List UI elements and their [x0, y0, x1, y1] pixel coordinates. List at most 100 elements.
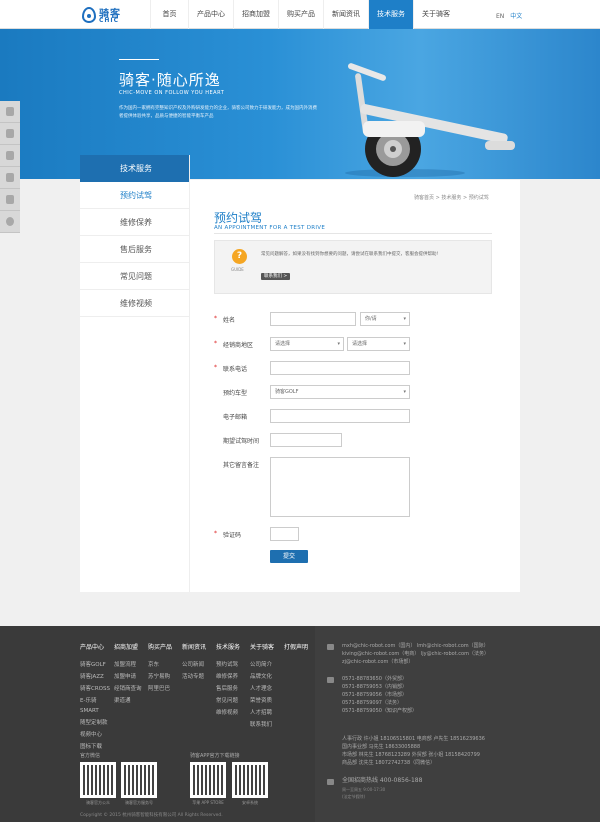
footer-link[interactable]: 随型定制款	[80, 718, 110, 726]
footer-link[interactable]: 售后服务	[216, 684, 240, 692]
header: 骑客 CHIC 首页 产品中心 招商加盟 购买产品 新闻资讯 技术服务 关于骑客…	[0, 0, 600, 29]
wechat-icon[interactable]	[0, 189, 20, 211]
footer-link[interactable]: 京东	[148, 660, 172, 668]
email-line[interactable]: mxh@chic-robot.com（国内） lmh@chic-robot.co…	[342, 642, 489, 650]
note-label: 其它留言备注	[223, 462, 260, 469]
phone-footer-icon	[327, 677, 334, 683]
sidebar-item-repair-video[interactable]: 维修视频	[80, 290, 189, 317]
logo-en: CHIC	[99, 17, 120, 24]
contact-us-button[interactable]: 联系我们 >	[261, 273, 291, 280]
footer-link[interactable]: 骑客GOLF	[80, 660, 110, 668]
sidebar-item-faq[interactable]: 常见问题	[80, 263, 189, 290]
footer-col-heading[interactable]: 购买产品	[148, 642, 172, 651]
email-line[interactable]: zj@chic-robot.com（市场部）	[342, 658, 489, 666]
qq-icon[interactable]	[0, 167, 20, 189]
footer-link[interactable]: E-乐骑	[80, 696, 110, 704]
email-line[interactable]: kiving@chic-robot.com（电商） ljy@chic-robot…	[342, 650, 489, 658]
footer-col-heading[interactable]: 打假声明	[284, 642, 308, 651]
footer-link[interactable]: 骑客CROSS	[80, 684, 110, 692]
nav-home[interactable]: 首页	[150, 0, 188, 29]
footer-link[interactable]: 人才理念	[250, 684, 274, 692]
note-textarea[interactable]	[270, 457, 410, 517]
footer-col-heading[interactable]: 招商加盟	[114, 642, 142, 651]
footer-link[interactable]: 骑客JAZZ	[80, 672, 110, 680]
submit-button[interactable]: 提交	[270, 550, 308, 563]
footer-link[interactable]: 常见问题	[216, 696, 240, 704]
location-icon[interactable]	[0, 123, 20, 145]
footer-link[interactable]: 加盟流程	[114, 660, 142, 668]
footer-col-tech: 技术服务 预约试驾 维修保养 售后服务 常见问题 维修视频	[216, 642, 240, 720]
app-title: 骑客APP官方下载链接	[190, 753, 240, 759]
phone-input[interactable]	[270, 361, 410, 375]
logo[interactable]: 骑客 CHIC	[82, 5, 132, 25]
name-input[interactable]	[270, 312, 356, 326]
footer-link[interactable]: 联系我们	[250, 720, 274, 728]
scooter-image	[345, 63, 515, 177]
footer-link[interactable]: 视频中心	[80, 730, 110, 738]
email-input[interactable]	[270, 409, 410, 423]
banner-line	[119, 59, 159, 60]
footer-link[interactable]: 加盟申请	[114, 672, 142, 680]
footer-link[interactable]: SMART	[80, 708, 110, 714]
footer-contacts: 人事行政 许小姐 18106515801 电商部 卢先生 18516239636…	[342, 735, 485, 767]
qr-label: 骑客官方服务号	[125, 800, 153, 805]
nav-tech-service[interactable]: 技术服务	[368, 0, 413, 29]
back-to-top-icon[interactable]	[0, 211, 20, 233]
sidebar-head: 技术服务	[80, 155, 189, 182]
sidebar-item-test-drive[interactable]: 预约试驾	[80, 182, 189, 209]
model-select[interactable]: 骑客GOLF	[270, 385, 410, 399]
footer-link[interactable]: 公司新闻	[182, 660, 206, 668]
name-label: 姓名	[223, 317, 236, 324]
nav-news[interactable]: 新闻资讯	[323, 0, 368, 29]
footer-link[interactable]: 公司简介	[250, 660, 274, 668]
banner-subtitle: CHIC-MOVE ON FOLLOW YOU HEART	[119, 90, 225, 96]
page: 骑客 CHIC 首页 产品中心 招商加盟 购买产品 新闻资讯 技术服务 关于骑客…	[0, 0, 600, 822]
page-title: 预约试驾	[214, 211, 263, 225]
lang-zh[interactable]: 中文	[510, 13, 522, 20]
contact-line: 商品部 沈先生 18072742738（同微信）	[342, 760, 436, 766]
footer-link[interactable]: 阿里巴巴	[148, 684, 172, 692]
notice-box: ? GUIDE 常见问题解答，如果没有找到你想要的问题，请尝试在联系我们中提交，…	[214, 240, 492, 294]
footer-link[interactable]: 经销商查询	[114, 684, 142, 692]
nav-products[interactable]: 产品中心	[188, 0, 233, 29]
city-select[interactable]: 请选择	[347, 337, 410, 351]
footer-link[interactable]: 人才招聘	[250, 708, 274, 716]
captcha-input[interactable]	[270, 527, 299, 541]
footer-link[interactable]: 维修视频	[216, 708, 240, 716]
nav-franchise[interactable]: 招商加盟	[233, 0, 278, 29]
code-label: 验证码	[223, 532, 242, 539]
footer-col-heading[interactable]: 技术服务	[216, 642, 240, 651]
time-label: 期望试驾时间	[223, 438, 260, 445]
phone-icon[interactable]	[0, 145, 20, 167]
hotline: 全国招商热线 400-0856-188	[342, 777, 423, 784]
footer-link[interactable]: 维修保养	[216, 672, 240, 680]
province-select[interactable]: 请选择	[270, 337, 344, 351]
phone-line: 0571-88759050（知识产权部）	[342, 708, 417, 714]
footer-link[interactable]: 预约试驾	[216, 660, 240, 668]
contact-line: 国内事业部 马先生 18633005888	[342, 744, 421, 750]
title-select[interactable]: 你/请	[360, 312, 410, 326]
copyright: Copyright © 2015 杭州骑客智能科技有限公司 All Rights…	[80, 813, 223, 818]
footer-col-heading[interactable]: 产品中心	[80, 642, 110, 651]
footer-link[interactable]: 苏宁易购	[148, 672, 172, 680]
dealer-row: * 经销商地区	[214, 340, 254, 349]
footer-col-heading[interactable]: 新闻资讯	[182, 642, 206, 651]
sidebar-item-maintenance[interactable]: 维修保养	[80, 209, 189, 236]
footer-link[interactable]: 渠道通	[114, 696, 142, 704]
time-input[interactable]	[270, 433, 342, 447]
nav-buy[interactable]: 购买产品	[278, 0, 323, 29]
footer-link[interactable]: 荣誉资质	[250, 696, 274, 704]
logo-icon	[82, 7, 96, 23]
footer-link[interactable]: 品牌文化	[250, 672, 274, 680]
footer-link[interactable]: 活动专题	[182, 672, 206, 680]
phone-line: 0571-88783650（外贸部）	[342, 676, 407, 682]
lang-en[interactable]: EN	[496, 13, 504, 20]
email-icon	[327, 644, 334, 650]
email-label: 电子邮箱	[223, 414, 248, 421]
sidebar-item-after-sales[interactable]: 售后服务	[80, 236, 189, 263]
footer-col-heading[interactable]: 关于骑客	[250, 642, 274, 651]
cart-icon[interactable]	[0, 101, 20, 123]
main-nav: 首页 产品中心 招商加盟 购买产品 新闻资讯 技术服务 关于骑客	[150, 0, 458, 29]
nav-about[interactable]: 关于骑客	[413, 0, 458, 29]
footer-link[interactable]: 图标下载	[80, 742, 110, 750]
